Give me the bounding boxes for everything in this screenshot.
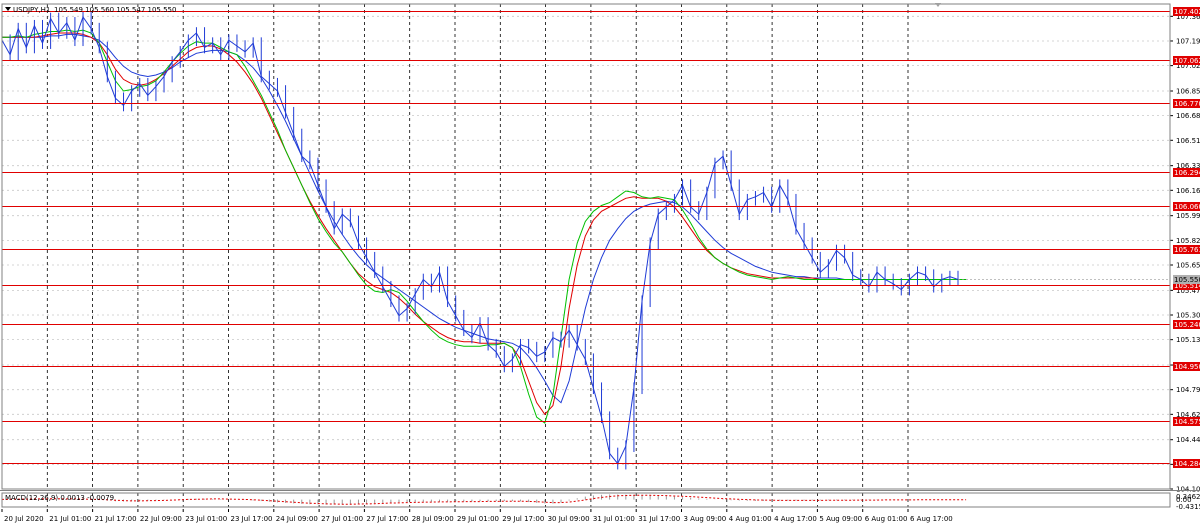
x-tick-label: 29 Jul 17:00 (502, 515, 544, 523)
x-tick-label: 21 Jul 17:00 (95, 515, 137, 523)
level-label: 104.284 (1174, 460, 1200, 468)
macd-label: MACD(12,26,9) 0.0013 -0.0079 (5, 494, 114, 502)
x-tick-label: 6 Aug 17:00 (910, 515, 953, 523)
x-tick-label: 6 Aug 01:00 (865, 515, 908, 523)
price-pane (2, 4, 1170, 489)
y-tick-label: 106.165 (1176, 187, 1200, 195)
y-tick-label: 104.790 (1176, 386, 1200, 394)
x-tick-label: 27 Jul 01:00 (321, 515, 363, 523)
level-label: 105.761 (1174, 246, 1200, 254)
x-tick-label: 5 Aug 09:00 (819, 515, 862, 523)
x-tick-label: 31 Jul 01:00 (593, 515, 635, 523)
x-tick-label: 28 Jul 09:00 (412, 515, 454, 523)
x-tick-label: 20 Jul 2020 (4, 515, 44, 523)
level-label: 106.294 (1174, 169, 1200, 177)
y-tick-label: 105.305 (1176, 312, 1200, 320)
x-tick-label: 30 Jul 09:00 (548, 515, 590, 523)
x-tick-label: 3 Aug 09:00 (684, 515, 727, 523)
y-tick-label: 105.820 (1176, 237, 1200, 245)
x-tick-label: 24 Jul 09:00 (276, 515, 318, 523)
y-tick-label: 104.445 (1176, 436, 1200, 444)
x-tick-label: 22 Jul 09:00 (140, 515, 182, 523)
y-tick-label: 106.850 (1176, 87, 1200, 95)
level-label: 107.402 (1174, 8, 1200, 16)
x-tick-label: 23 Jul 01:00 (185, 515, 227, 523)
y-tick-label: 106.510 (1176, 137, 1200, 145)
y-tick-label: 107.195 (1176, 37, 1200, 45)
ohlc-label: 105.549 105.560 105.547 105.550 (54, 6, 176, 14)
x-tick-label: 29 Jul 01:00 (457, 515, 499, 523)
chart-canvas: 107.365107.195107.025106.850106.680106.5… (0, 3, 1200, 523)
y-tick-label: 105.650 (1176, 261, 1200, 269)
y-tick-label: 105.990 (1176, 212, 1200, 220)
x-tick-label: 4 Aug 01:00 (729, 515, 772, 523)
macd-y-tick-label: -0.4315 (1176, 503, 1200, 511)
level-label: 107.062 (1174, 57, 1200, 65)
y-tick-label: 105.135 (1176, 336, 1200, 344)
y-tick-label: 106.680 (1176, 112, 1200, 120)
current-price-label: 105.550 (1174, 276, 1200, 284)
x-tick-label: 31 Jul 17:00 (638, 515, 680, 523)
x-tick-label: 4 Aug 17:00 (774, 515, 817, 523)
x-tick-label: 27 Jul 17:00 (366, 515, 408, 523)
x-tick-label: 21 Jul 01:00 (49, 515, 91, 523)
x-tick-label: 23 Jul 17:00 (231, 515, 273, 523)
symbol-label[interactable]: USDJPY,H1 (13, 6, 50, 14)
level-label: 104.950 (1174, 363, 1200, 371)
level-label: 106.770 (1174, 100, 1200, 108)
level-label: 104.575 (1174, 418, 1200, 426)
level-label: 105.240 (1174, 321, 1200, 329)
level-label: 106.060 (1174, 203, 1200, 211)
